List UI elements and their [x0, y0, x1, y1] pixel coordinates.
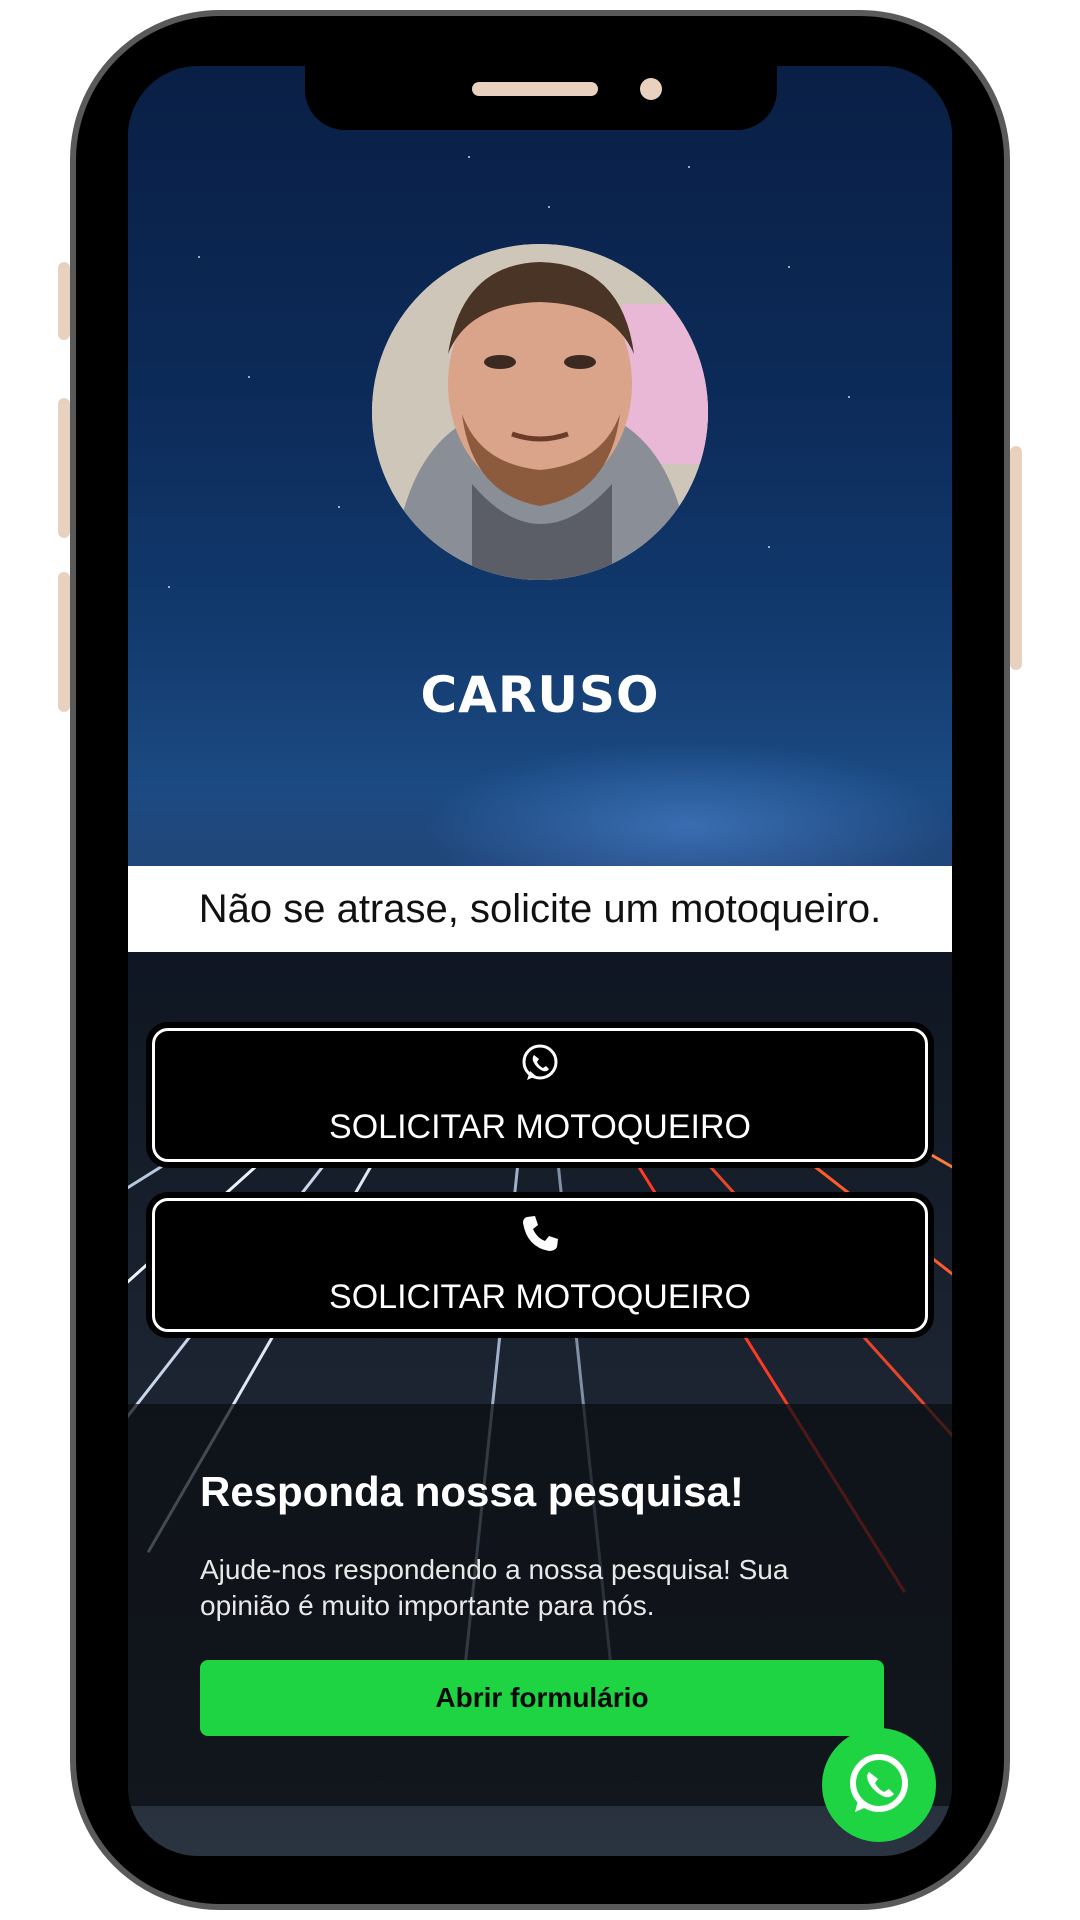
phone-screen: CARUSO Não se atrase, solicite um motoqu…: [128, 66, 952, 1856]
survey-text: Ajude-nos respondendo a nossa pesquisa! …: [200, 1554, 789, 1621]
whatsapp-floating-button[interactable]: [822, 1728, 936, 1842]
phone-request-button[interactable]: SOLICITAR MOTOQUEIRO: [152, 1198, 928, 1332]
volume-down-button: [58, 572, 70, 712]
phone-notch: [305, 66, 777, 130]
profile-name: CARUSO: [420, 666, 660, 724]
avatar: [372, 244, 708, 580]
button-label: SOLICITAR MOTOQUEIRO: [329, 1108, 751, 1146]
whatsapp-request-button[interactable]: SOLICITAR MOTOQUEIRO: [152, 1028, 928, 1162]
power-button: [1010, 446, 1022, 670]
phone-icon: [155, 1211, 925, 1255]
avatar-photo: [372, 244, 708, 580]
front-camera: [640, 78, 662, 100]
whatsapp-icon: [850, 1754, 908, 1812]
page: CARUSO Não se atrase, solicite um motoqu…: [0, 0, 1080, 1920]
tagline-banner: Não se atrase, solicite um motoqueiro.: [128, 866, 952, 952]
volume-up-button: [58, 398, 70, 538]
mute-switch: [58, 262, 70, 340]
whatsapp-icon: [155, 1041, 925, 1085]
button-label: SOLICITAR MOTOQUEIRO: [329, 1278, 751, 1316]
speaker-grille: [472, 82, 598, 96]
open-form-button[interactable]: Abrir formulário: [200, 1660, 884, 1736]
survey-title: Responda nossa pesquisa!: [200, 1468, 744, 1515]
